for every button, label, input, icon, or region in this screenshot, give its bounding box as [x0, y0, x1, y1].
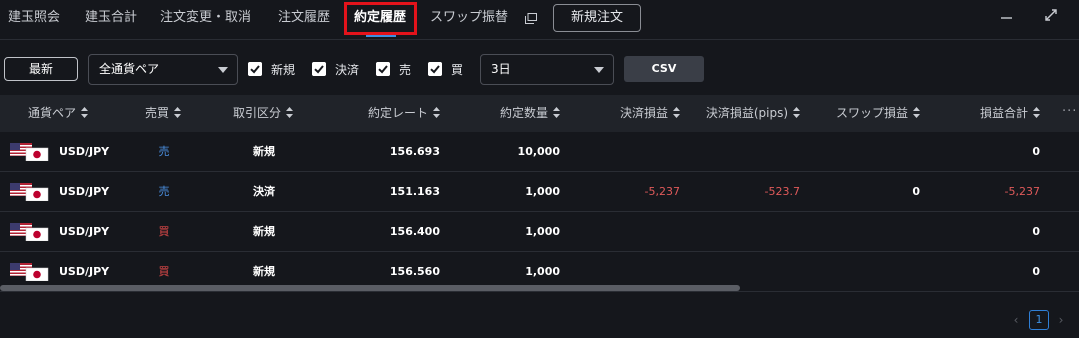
table-header: 通貨ペア 売買 取引区分 約定レート 約定数量 決済損益 決済損益(pips) …: [0, 95, 1079, 132]
next-page-icon[interactable]: ›: [1056, 310, 1066, 330]
quantity-cell: 1,000: [525, 225, 560, 238]
us-jp-flag-icon: [10, 143, 49, 161]
tab-positions[interactable]: 建玉照会: [8, 0, 60, 36]
sort-icon: [553, 107, 560, 118]
rate-cell: 156.693: [389, 145, 440, 158]
side-cell: 売: [158, 185, 170, 198]
horizontal-scrollbar[interactable]: [0, 285, 740, 291]
filter-bar: 最新 全通貨ペア 新規 決済 売 買 3日 CSV: [0, 40, 1079, 95]
us-jp-flag-icon: [10, 223, 49, 241]
tab-order-modify-cancel[interactable]: 注文変更・取消: [160, 0, 251, 36]
table-row[interactable]: USD/JPY 売 新規 156.693 10,000 0: [0, 132, 1079, 172]
checkbox-checked-icon: [428, 62, 442, 76]
total-cell: -5,237: [1004, 185, 1040, 198]
tab-swap-transfer[interactable]: スワップ振替: [430, 0, 508, 36]
highlight-box: [344, 2, 417, 35]
period-select[interactable]: 3日: [480, 54, 614, 85]
column-header-label: スワップ損益: [835, 106, 908, 120]
side-cell: 売: [158, 145, 170, 158]
column-header-label: 約定数量: [499, 106, 548, 120]
checkbox-close-label: 決済: [335, 63, 360, 77]
column-header-total[interactable]: 損益合計: [930, 95, 1040, 132]
swap-cell: [820, 212, 920, 252]
column-header-pl[interactable]: 決済損益: [570, 95, 680, 132]
column-header-quantity[interactable]: 約定数量: [450, 95, 560, 132]
csv-download-button[interactable]: CSV: [624, 56, 704, 82]
tab-order-history[interactable]: 注文履歴: [278, 0, 330, 36]
refresh-latest-button[interactable]: 最新: [4, 57, 78, 81]
pair-cell: USD/JPY: [59, 185, 110, 198]
new-order-button[interactable]: 新規注文: [553, 4, 641, 32]
sort-icon: [913, 107, 920, 118]
total-cell: 0: [1032, 225, 1040, 238]
checkbox-checked-icon: [312, 62, 326, 76]
column-header-label: 決済損益: [619, 106, 668, 120]
currency-pair-select[interactable]: 全通貨ペア: [88, 54, 238, 85]
pair-cell: USD/JPY: [59, 145, 110, 158]
currency-pair-select-value: 全通貨ペア: [99, 62, 160, 76]
sort-icon: [673, 107, 680, 118]
pl-pips-cell: [700, 132, 800, 172]
column-header-rate[interactable]: 約定レート: [330, 95, 440, 132]
type-cell: 決済: [253, 185, 275, 198]
swap-cell: [820, 252, 920, 292]
us-jp-flag-icon: [10, 183, 49, 201]
table-row[interactable]: USD/JPY 買 新規 156.400 1,000 0: [0, 212, 1079, 252]
tab-bar: 建玉照会 建玉合計 注文変更・取消 注文履歴 約定履歴 スワップ振替 新規注文: [0, 0, 1079, 40]
prev-page-icon[interactable]: ‹: [1011, 310, 1021, 330]
column-header-side[interactable]: 売買: [145, 95, 182, 132]
page-number-button[interactable]: 1: [1029, 310, 1049, 330]
period-select-value: 3日: [491, 62, 511, 76]
us-jp-flag-icon: [10, 263, 49, 281]
checkbox-sell-label: 売: [399, 63, 412, 77]
chevron-down-icon: [594, 67, 604, 73]
sort-icon: [81, 107, 89, 118]
pair-cell: USD/JPY: [59, 225, 110, 238]
column-header-label: 約定レート: [367, 106, 428, 120]
checkbox-buy-label: 買: [451, 63, 464, 77]
type-cell: 新規: [253, 145, 275, 158]
rate-cell: 156.400: [389, 225, 440, 238]
column-header-label: 損益合計: [979, 106, 1028, 120]
quantity-cell: 10,000: [517, 145, 560, 158]
column-header-trade-type[interactable]: 取引区分: [233, 95, 294, 132]
swap-cell: 0: [912, 185, 920, 198]
type-cell: 新規: [253, 225, 275, 238]
column-header-label: 取引区分: [233, 106, 282, 120]
pl-cell: -5,237: [644, 185, 680, 198]
column-header-pl-pips[interactable]: 決済損益(pips): [690, 95, 800, 132]
swap-cell: [820, 132, 920, 172]
more-options-icon[interactable]: ···: [1062, 95, 1077, 132]
checkbox-checked-icon: [376, 62, 390, 76]
sort-icon: [174, 107, 182, 118]
pl-cell: [580, 212, 680, 252]
column-header-label: 通貨ペア: [28, 106, 77, 120]
column-header-swap[interactable]: スワップ損益: [810, 95, 920, 132]
minimize-icon[interactable]: [998, 6, 1016, 24]
checkbox-new-label: 新規: [271, 63, 296, 77]
column-header-label: 売買: [145, 106, 170, 120]
column-header-pair[interactable]: 通貨ペア: [28, 95, 89, 132]
rate-cell: 151.163: [389, 185, 440, 198]
sort-icon: [433, 107, 440, 118]
checkbox-checked-icon: [248, 62, 262, 76]
chevron-down-icon: [218, 67, 228, 73]
column-header-label: 決済損益(pips): [705, 106, 788, 120]
total-cell: 0: [1032, 145, 1040, 158]
pl-cell: [580, 132, 680, 172]
side-cell: 買: [158, 225, 170, 238]
pl-pips-cell: -523.7: [764, 185, 800, 198]
tab-position-summary[interactable]: 建玉合計: [85, 0, 137, 36]
sort-icon: [793, 107, 800, 118]
active-tab-indicator: [366, 35, 396, 37]
pl-pips-cell: [700, 212, 800, 252]
sort-icon: [1033, 107, 1040, 118]
expand-icon[interactable]: [1042, 6, 1060, 24]
quantity-cell: 1,000: [525, 185, 560, 198]
sort-icon: [286, 107, 294, 118]
external-window-icon[interactable]: [525, 13, 537, 24]
total-cell: 0: [1032, 265, 1040, 278]
table-row[interactable]: USD/JPY 売 決済 151.163 1,000 -5,237 -523.7…: [0, 172, 1079, 212]
